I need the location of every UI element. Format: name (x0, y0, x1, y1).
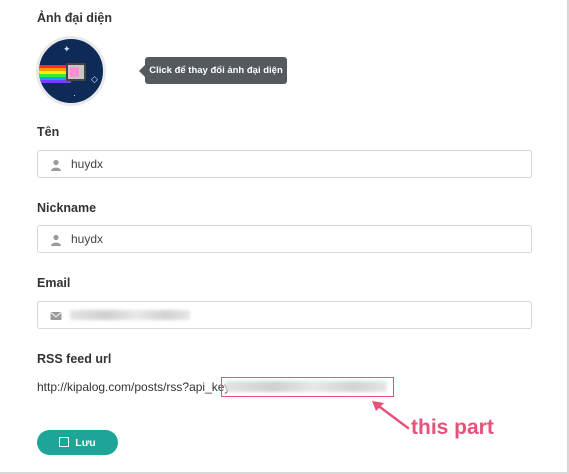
email-label: Email (37, 276, 71, 290)
nickname-value: huydx (71, 232, 104, 246)
save-button-label: Lưu (75, 436, 96, 449)
annotation-arrow-icon (372, 401, 410, 430)
avatar[interactable]: ✦ ◇ · (36, 36, 106, 106)
email-value-blurred (70, 310, 190, 320)
user-icon (51, 234, 61, 246)
email-input[interactable] (37, 301, 532, 329)
annotation-text: this part (411, 416, 494, 439)
rss-label: RSS feed url (37, 352, 112, 366)
name-input[interactable]: huydx (37, 150, 532, 178)
nickname-input[interactable]: huydx (37, 225, 532, 253)
nickname-label: Nickname (37, 201, 97, 215)
save-icon (59, 436, 70, 447)
envelope-icon (50, 312, 62, 320)
save-button[interactable]: Lưu (37, 430, 118, 455)
nyan-cat-image (66, 63, 86, 81)
rss-url: http://kipalog.com/posts/rss?api_key= (37, 380, 237, 394)
star-icon: ◇ (91, 74, 98, 84)
avatar-tooltip: Click để thay đổi ảnh đại diện (139, 57, 287, 84)
rss-url-prefix: http://kipalog.com/posts/rss?api_key= (37, 380, 238, 394)
avatar-label: Ảnh đại diện (37, 11, 112, 25)
user-icon (51, 159, 61, 171)
star-icon: ✦ (63, 44, 71, 54)
api-key-highlight-box (221, 377, 394, 397)
name-value: huydx (71, 157, 104, 171)
star-icon: · (73, 90, 76, 100)
name-label: Tên (37, 125, 60, 139)
